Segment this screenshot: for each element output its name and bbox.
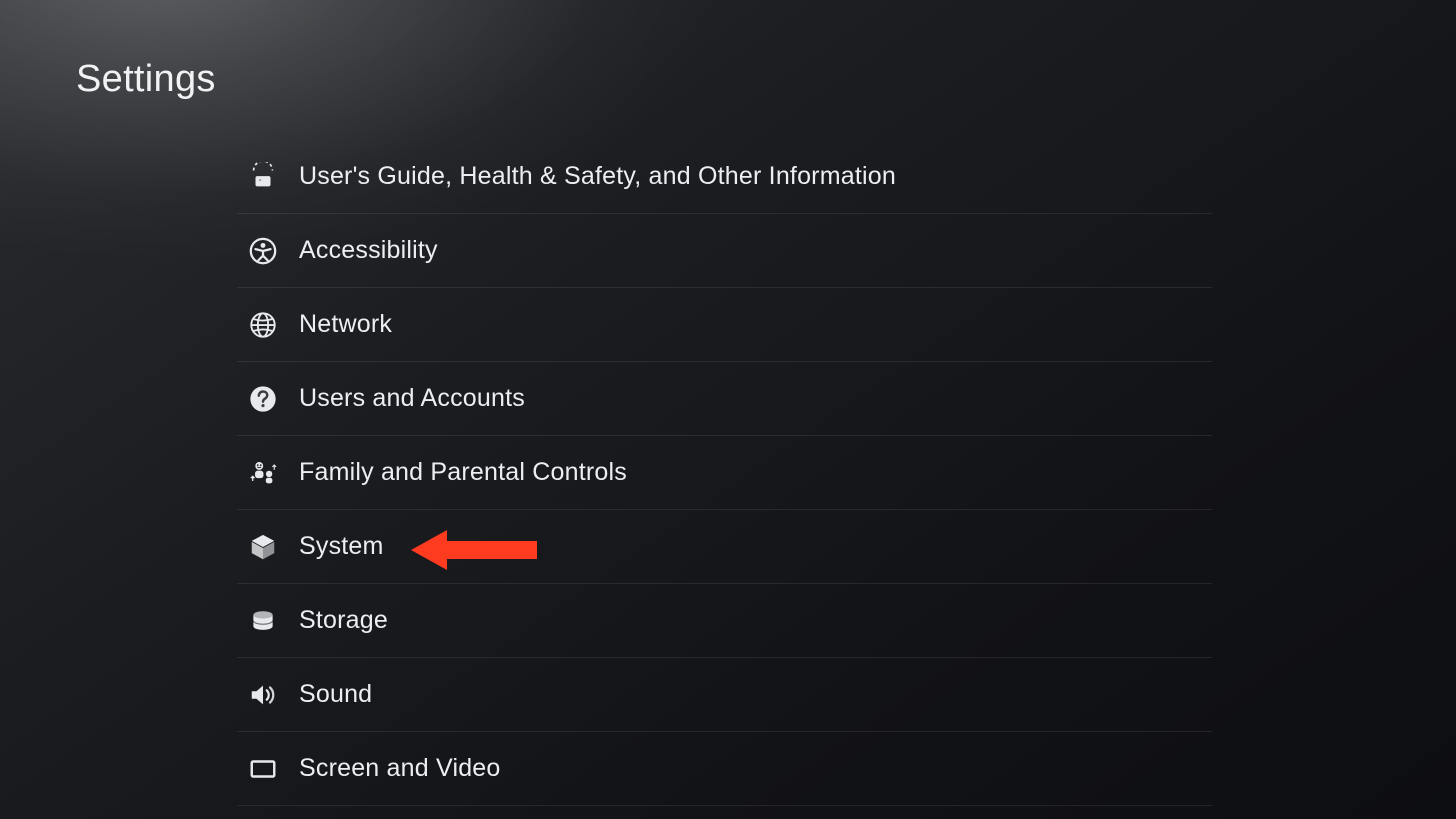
- menu-item-screen-video[interactable]: Screen and Video: [237, 732, 1212, 806]
- globe-icon: [247, 309, 279, 341]
- menu-item-system[interactable]: System: [237, 510, 1212, 584]
- page-title: Settings: [76, 58, 216, 101]
- settings-list: User's Guide, Health & Safety, and Other…: [237, 140, 1212, 806]
- icon-wrap: [237, 383, 299, 415]
- menu-item-label: Screen and Video: [299, 754, 501, 783]
- icon-wrap: [237, 457, 299, 489]
- menu-item-sound[interactable]: Sound: [237, 658, 1212, 732]
- menu-item-label: Sound: [299, 680, 372, 709]
- menu-item-label: User's Guide, Health & Safety, and Other…: [299, 162, 896, 191]
- screen-icon: [247, 753, 279, 785]
- menu-item-users-accounts[interactable]: Users and Accounts: [237, 362, 1212, 436]
- sound-icon: [247, 679, 279, 711]
- menu-item-guide[interactable]: User's Guide, Health & Safety, and Other…: [237, 140, 1212, 214]
- menu-item-accessibility[interactable]: Accessibility: [237, 214, 1212, 288]
- menu-item-label: Network: [299, 310, 392, 339]
- accessibility-icon: [247, 235, 279, 267]
- menu-item-label: System: [299, 532, 384, 561]
- menu-item-family[interactable]: Family and Parental Controls: [237, 436, 1212, 510]
- menu-item-label: Accessibility: [299, 236, 438, 265]
- icon-wrap: [237, 161, 299, 193]
- icon-wrap: [237, 679, 299, 711]
- icon-wrap: [237, 309, 299, 341]
- icon-wrap: [237, 753, 299, 785]
- menu-item-label: Storage: [299, 606, 388, 635]
- icon-wrap: [237, 235, 299, 267]
- cube-icon: [247, 531, 279, 563]
- storage-icon: [247, 605, 279, 637]
- menu-item-network[interactable]: Network: [237, 288, 1212, 362]
- menu-item-storage[interactable]: Storage: [237, 584, 1212, 658]
- icon-wrap: [237, 605, 299, 637]
- menu-item-label: Family and Parental Controls: [299, 458, 627, 487]
- menu-item-label: Users and Accounts: [299, 384, 525, 413]
- question-circle-icon: [247, 383, 279, 415]
- guide-icon: [247, 161, 279, 193]
- icon-wrap: [237, 531, 299, 563]
- family-icon: [247, 457, 279, 489]
